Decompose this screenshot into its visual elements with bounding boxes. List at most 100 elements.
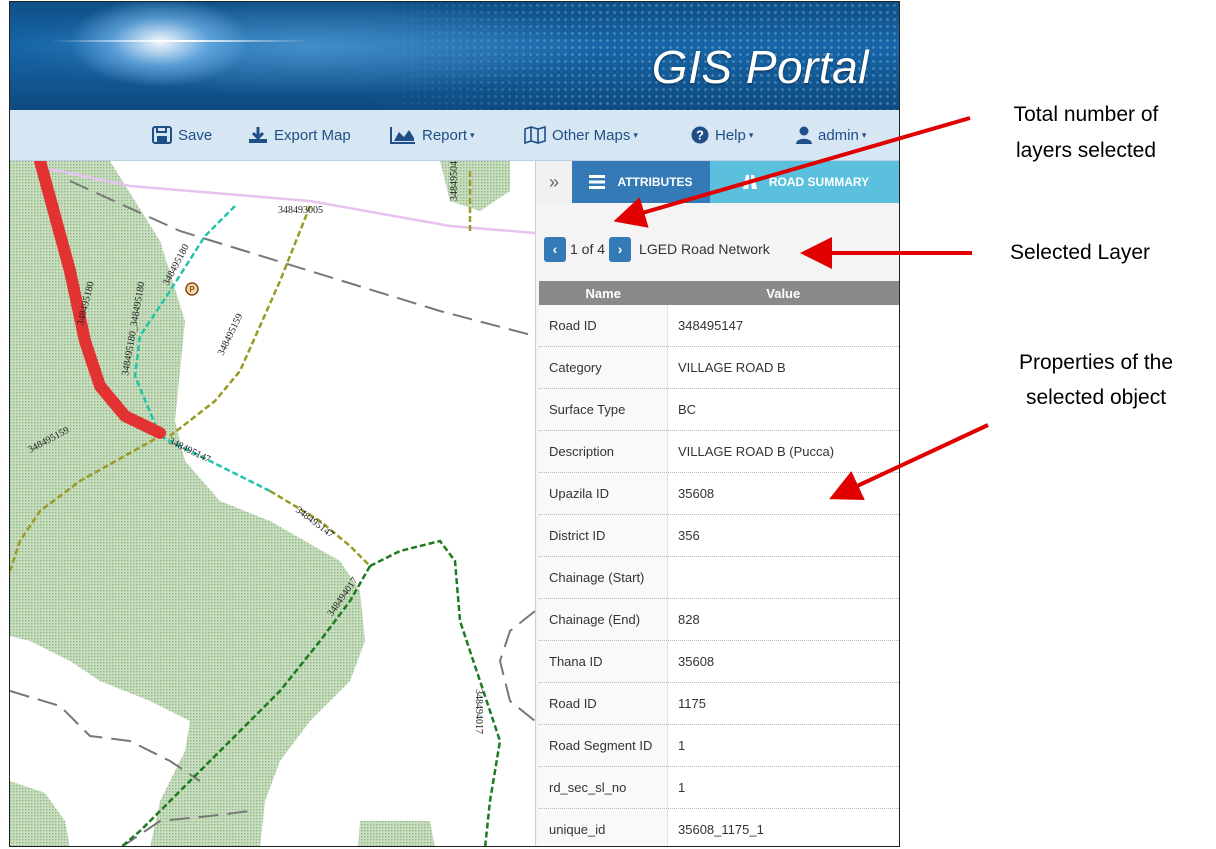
- attribute-value: 1: [667, 766, 899, 809]
- attribute-name: Road ID: [539, 682, 668, 725]
- annotation-properties-line1: Properties of the: [1018, 351, 1174, 374]
- attribute-name: District ID: [539, 514, 668, 557]
- attribute-name: Category: [539, 346, 668, 389]
- table-row: Thana ID 35608: [539, 640, 899, 683]
- attribute-name: Surface Type: [539, 388, 668, 431]
- tab-road-summary-label: ROAD SUMMARY: [768, 175, 870, 189]
- other-maps-label: Other Maps: [552, 126, 631, 144]
- download-icon: [249, 127, 267, 143]
- svg-text:?: ?: [696, 128, 704, 143]
- chevron-down-icon: ▾: [470, 129, 475, 140]
- table-row: Upazila ID 35608: [539, 472, 899, 515]
- tab-attributes-label: ATTRIBUTES: [617, 175, 693, 189]
- gis-portal-screenshot: GIS Portal Save Export Map Report ▾ Othe…: [9, 1, 900, 847]
- list-icon: [589, 175, 606, 189]
- prev-layer-button[interactable]: ‹: [544, 236, 566, 262]
- attribute-value: 1175: [667, 682, 899, 725]
- banner-light-flare: [50, 40, 310, 42]
- area-chart-icon: [390, 127, 415, 144]
- next-layer-button[interactable]: ›: [609, 236, 632, 262]
- table-row: Chainage (End) 828: [539, 598, 899, 641]
- help-icon: ?: [691, 126, 709, 144]
- export-map-label: Export Map: [274, 126, 351, 144]
- save-label: Save: [178, 126, 213, 144]
- attribute-value: [667, 556, 899, 599]
- attribute-value: VILLAGE ROAD B (Pucca): [667, 430, 899, 473]
- tab-attributes[interactable]: ATTRIBUTES: [572, 161, 710, 203]
- attribute-value: BC: [667, 388, 899, 431]
- map-svg[interactable]: P 348493005 348495043 348495180 34849515…: [10, 161, 535, 847]
- attribute-value: 1: [667, 724, 899, 767]
- table-row: District ID 356: [539, 514, 899, 557]
- table-row: Road ID 1175: [539, 682, 899, 725]
- gray-road-2: [498, 610, 535, 722]
- other-maps-menu[interactable]: Other Maps ▾: [524, 110, 638, 160]
- column-header-value: Value: [667, 281, 899, 305]
- table-row: Road ID 348495147: [539, 305, 899, 347]
- table-row: Surface Type BC: [539, 388, 899, 431]
- attribute-value: 35608_1175_1: [667, 808, 899, 846]
- attribute-name: Chainage (Start): [539, 556, 668, 599]
- map-icon: [524, 126, 546, 144]
- column-header-name: Name: [539, 281, 668, 305]
- green-area-bottom-right: [358, 821, 435, 846]
- collapse-panel-button[interactable]: »: [536, 161, 573, 203]
- table-header-row: Name Value: [539, 281, 899, 305]
- attributes-table: Name Value Road ID 348495147 Category VILLA…: [539, 281, 899, 846]
- menu-bar: Save Export Map Report ▾ Other Maps ▾ ? …: [10, 110, 899, 161]
- save-button[interactable]: Save: [152, 110, 212, 160]
- header-banner: GIS Portal: [10, 2, 899, 110]
- layer-count: 1 of 4: [570, 241, 606, 257]
- chevron-down-icon: ▾: [633, 129, 638, 140]
- user-menu[interactable]: admin ▾: [796, 110, 866, 160]
- table-row: Road Segment ID 1: [539, 724, 899, 767]
- tab-road-summary[interactable]: ROAD SUMMARY: [710, 161, 899, 203]
- table-row: unique_id 35608_1175_1: [539, 808, 899, 846]
- map-label: 348493005: [278, 205, 323, 216]
- table-row: Description VILLAGE ROAD B (Pucca): [539, 430, 899, 473]
- attribute-value: VILLAGE ROAD B: [667, 346, 899, 389]
- attribute-name: Chainage (End): [539, 598, 668, 641]
- attribute-value: 348495147: [667, 305, 899, 347]
- table-row: Chainage (Start): [539, 556, 899, 599]
- save-icon: [152, 126, 172, 144]
- parking-icon[interactable]: P: [185, 282, 199, 296]
- attribute-name: Road ID: [539, 305, 668, 347]
- report-menu[interactable]: Report ▾: [390, 110, 475, 160]
- attribute-name: Road Segment ID: [539, 724, 668, 767]
- panel-tabs: » ATTRIBUTES ROAD SUMMARY: [536, 161, 899, 203]
- attribute-name: Description: [539, 430, 668, 473]
- map-label: 348495159: [216, 312, 246, 357]
- attribute-value: 35608: [667, 640, 899, 683]
- layer-pager: ‹ 1 of 4 › LGED Road Network: [544, 235, 770, 263]
- attribute-name: rd_sec_sl_no: [539, 766, 668, 809]
- export-map-button[interactable]: Export Map: [248, 110, 351, 160]
- attributes-table-body: Road ID 348495147 Category VILLAGE ROAD B Su…: [539, 305, 899, 846]
- attribute-name: unique_id: [539, 808, 668, 846]
- attribute-value: 35608: [667, 472, 899, 515]
- annotation-total-layers-line1: Total number of: [1013, 103, 1159, 126]
- selected-layer-name: LGED Road Network: [639, 241, 770, 257]
- user-label: admin: [818, 126, 859, 144]
- annotation-properties-line2: selected object: [1025, 386, 1167, 409]
- attribute-name: Thana ID: [539, 640, 668, 683]
- attribute-name: Upazila ID: [539, 472, 668, 515]
- chevron-down-icon: ▾: [861, 129, 867, 140]
- annotation-selected-layer: Selected Layer: [1009, 241, 1151, 264]
- attribute-value: 828: [667, 598, 899, 641]
- attribute-value: 356: [667, 514, 899, 557]
- map-label: 348494017: [473, 689, 484, 734]
- road-icon: [742, 175, 757, 189]
- map-label: 348495043: [449, 161, 460, 201]
- map-canvas[interactable]: P 348493005 348495043 348495180 34849515…: [10, 161, 535, 847]
- report-label: Report: [422, 126, 468, 144]
- table-row: Category VILLAGE ROAD B: [539, 346, 899, 389]
- user-icon: [796, 126, 812, 144]
- svg-text:P: P: [189, 285, 195, 294]
- help-label: Help: [715, 126, 746, 144]
- help-menu[interactable]: ? Help ▾: [691, 110, 753, 160]
- chevron-down-icon: ▾: [748, 129, 754, 140]
- attributes-panel: » ATTRIBUTES ROAD SUMMARY ‹ 1 of 4 › LGE…: [535, 161, 899, 846]
- table-row: rd_sec_sl_no 1: [539, 766, 899, 809]
- map-label: 348495147: [293, 505, 336, 541]
